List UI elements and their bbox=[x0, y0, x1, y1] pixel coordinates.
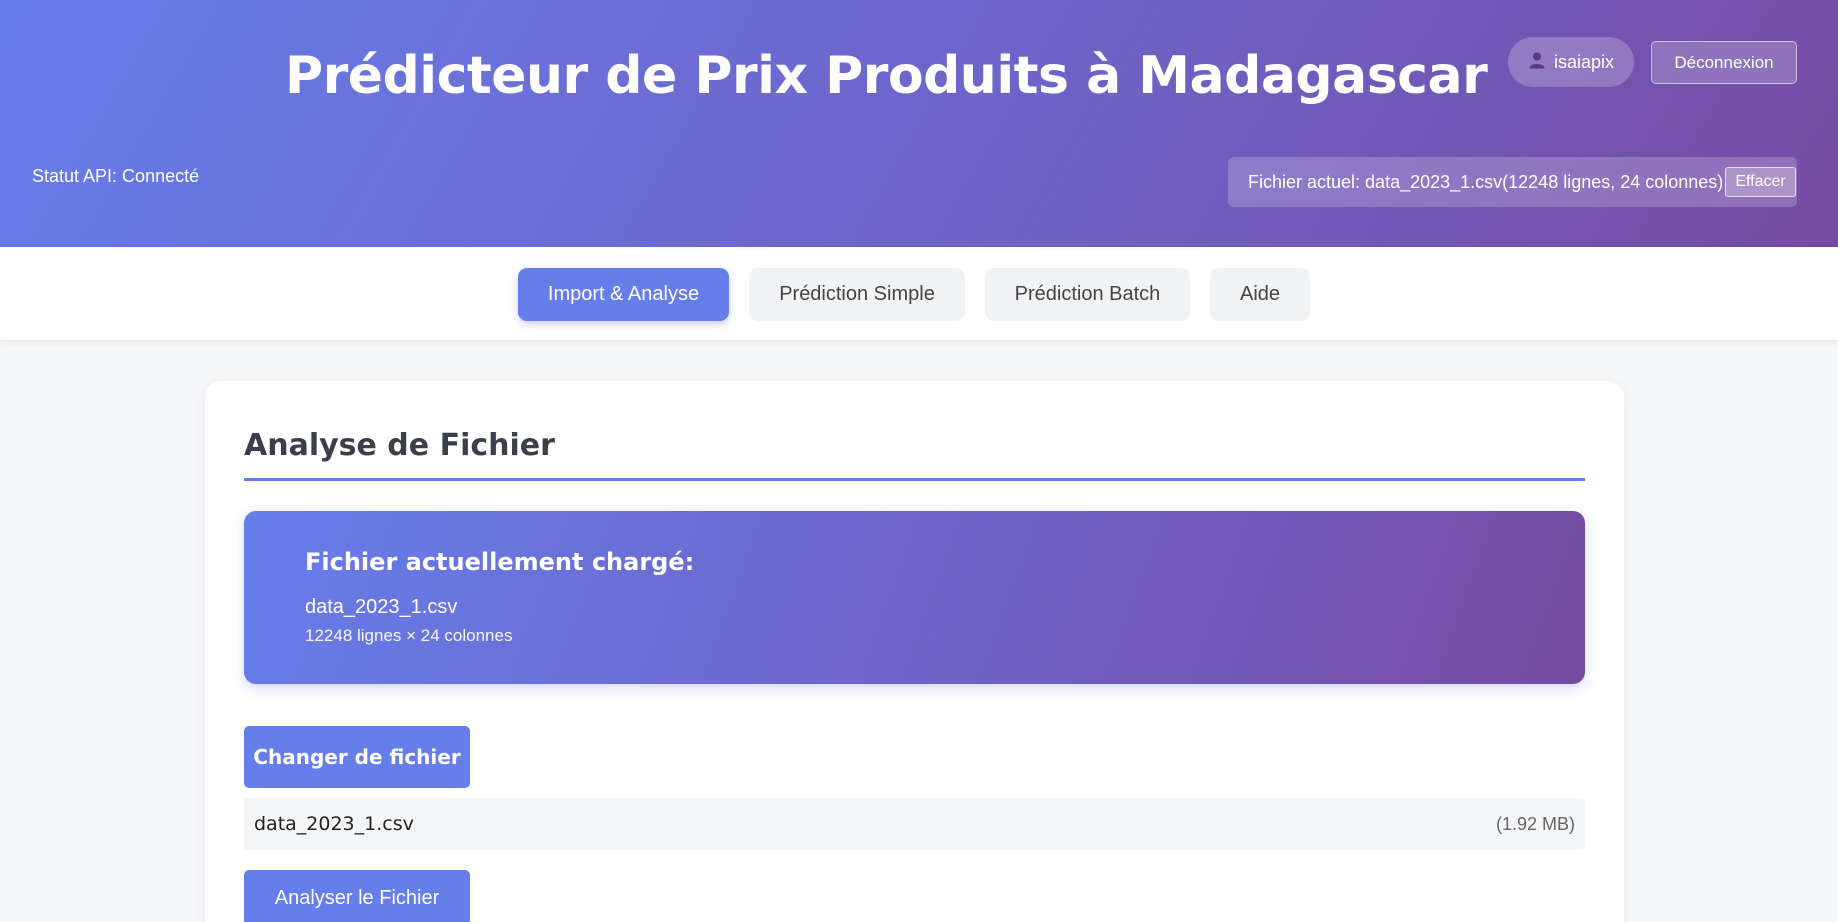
page-title: Prédicteur de Prix Produits à Madagascar bbox=[285, 46, 1488, 106]
loaded-file-name: data_2023_1.csv bbox=[305, 596, 458, 618]
loaded-file-heading: Fichier actuellement chargé: bbox=[305, 548, 695, 576]
user-icon bbox=[1528, 51, 1546, 74]
title-divider bbox=[244, 478, 1585, 481]
analyze-file-button[interactable]: Analyser le Fichier bbox=[244, 870, 470, 922]
current-file-text: Fichier actuel: data_2023_1.csv(12248 li… bbox=[1248, 171, 1724, 192]
selected-file-size: (1.92 MB) bbox=[1495, 813, 1575, 834]
change-file-button[interactable]: Changer de fichier bbox=[244, 726, 470, 788]
app-header: Prédicteur de Prix Produits à Madagascar… bbox=[0, 0, 1838, 247]
analysis-card: Analyse de Fichier Fichier actuellement … bbox=[205, 381, 1624, 922]
loaded-file-dimensions: 12248 lignes × 24 colonnes bbox=[305, 626, 513, 645]
tab-prediction-simple[interactable]: Prédiction Simple bbox=[749, 268, 965, 321]
clear-file-button[interactable]: Effacer bbox=[1725, 167, 1796, 197]
selected-file-name: data_2023_1.csv bbox=[254, 813, 414, 835]
tab-import-analyse[interactable]: Import & Analyse bbox=[518, 268, 729, 321]
tab-bar: Import & Analyse Prédiction Simple Prédi… bbox=[0, 247, 1838, 340]
current-file-info: Fichier actuel: data_2023_1.csv(12248 li… bbox=[1228, 157, 1797, 207]
user-chip[interactable]: isaiapix bbox=[1508, 37, 1634, 87]
tab-prediction-batch[interactable]: Prédiction Batch bbox=[985, 268, 1190, 321]
loaded-file-panel: Fichier actuellement chargé: data_2023_1… bbox=[244, 511, 1585, 684]
logout-button[interactable]: Déconnexion bbox=[1651, 41, 1797, 84]
selected-file-row: data_2023_1.csv (1.92 MB) bbox=[244, 798, 1585, 850]
api-status: Statut API: Connecté bbox=[32, 166, 200, 186]
username: isaiapix bbox=[1553, 51, 1615, 72]
tab-aide[interactable]: Aide bbox=[1210, 268, 1310, 321]
section-title: Analyse de Fichier bbox=[244, 428, 555, 463]
